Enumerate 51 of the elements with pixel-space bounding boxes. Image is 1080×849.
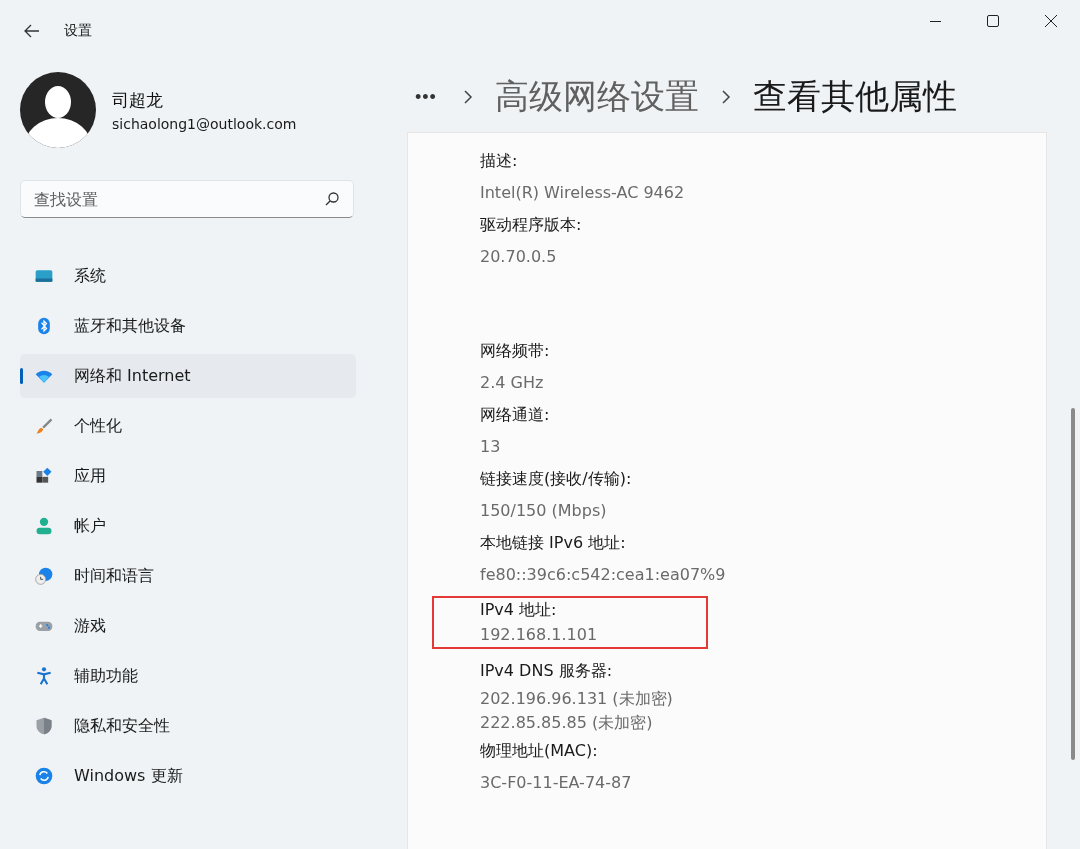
sidebar-item[interactable]: 应用 [20, 454, 356, 498]
property-value: fe80::39c6:c542:cea1:ea07%9 [480, 564, 726, 586]
user-email: sichaolong1@outlook.com [112, 115, 297, 132]
accessibility-icon [34, 666, 54, 686]
property-value: 13 [480, 436, 502, 458]
breadcrumb-item: 查看其他属性 [752, 75, 957, 118]
sidebar-item[interactable]: 隐私和安全性 [20, 704, 356, 748]
apps-icon [34, 466, 54, 486]
sidebar-item[interactable]: 帐户 [20, 504, 356, 548]
sidebar-item[interactable]: 辅助功能 [20, 654, 356, 698]
property-label: 描述: [480, 150, 519, 172]
sidebar-item[interactable]: 系统 [20, 254, 356, 298]
property-label: 本地链接 IPv6 地址: [480, 532, 627, 554]
property-value: 2.4 GHz [480, 372, 545, 394]
sidebar-item[interactable]: Windows 更新 [20, 754, 356, 798]
sidebar-item[interactable]: 蓝牙和其他设备 [20, 304, 356, 348]
property-value: 150/150 (Mbps) [480, 500, 608, 522]
sidebar-item[interactable]: 时间和语言 [20, 554, 356, 598]
property-label: IPv4 地址: [480, 599, 558, 621]
maximize-icon [987, 15, 999, 27]
scrollbar-thumb[interactable] [1071, 408, 1075, 760]
property-value: 222.85.85.85 (未加密) [480, 712, 654, 734]
search-field[interactable]: 查找设置 [20, 180, 354, 218]
globe-clock-icon [34, 566, 54, 586]
property-value: 202.196.96.131 (未加密) [480, 688, 673, 710]
user-name: 司超龙 [112, 88, 164, 112]
property-value: Intel(R) Wireless-AC 9462 [480, 182, 685, 204]
property-label: 驱动程序版本: [480, 214, 582, 236]
shield-icon [34, 716, 54, 736]
property-value: 20.70.0.5 [480, 246, 558, 268]
sidebar-item[interactable]: 个性化 [20, 404, 356, 448]
property-value: 192.168.1.101 [480, 624, 599, 646]
property-label: 网络通道: [480, 404, 550, 426]
update-icon [34, 766, 54, 786]
property-label: 物理地址(MAC): [480, 740, 599, 762]
breadcrumb-item[interactable]: 高级网络设置 [494, 74, 699, 120]
property-label: 链接速度(接收/传输): [480, 468, 632, 490]
chevron-icon [720, 89, 731, 105]
window-title: 设置 [64, 22, 92, 40]
sidebar-item[interactable]: 游戏 [20, 604, 356, 648]
more-button[interactable]: ••• [411, 86, 441, 108]
chevron-icon [462, 89, 473, 105]
property-label: 网络频带: [480, 340, 550, 362]
back-arrow-icon [24, 24, 40, 38]
search-icon[interactable] [324, 191, 340, 207]
sidebar-item[interactable]: 网络和 Internet [20, 354, 356, 398]
property-label: IPv4 DNS 服务器: [480, 660, 614, 682]
close-icon [1045, 15, 1057, 27]
property-value: 3C-F0-11-EA-74-87 [480, 772, 632, 794]
brush-icon [34, 416, 54, 436]
person-icon [34, 516, 54, 536]
